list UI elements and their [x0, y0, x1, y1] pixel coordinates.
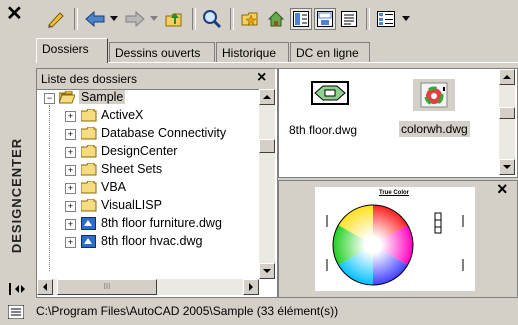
expand-icon[interactable]: +	[65, 129, 76, 140]
tree-item-database-connectivity[interactable]: + Database Connectivity	[37, 125, 257, 143]
home-icon[interactable]	[264, 8, 288, 30]
folder-icon	[81, 199, 97, 212]
tree-item-visuallisp[interactable]: + VisualLISP	[37, 197, 257, 215]
forward-icon[interactable]	[122, 8, 148, 30]
folder-icon	[81, 127, 97, 140]
folder-tree-title: Liste des dossiers	[41, 72, 138, 86]
back-dropdown-icon[interactable]	[108, 8, 120, 30]
file-name: colorwh.dwg	[399, 121, 470, 137]
tree-item-label: Sheet Sets	[101, 162, 163, 176]
file-item-8th-floor[interactable]: 8th floor.dwg	[287, 77, 377, 147]
properties-menu-icon[interactable]	[7, 304, 25, 320]
file-item-colorwh[interactable]: colorwh.dwg	[397, 77, 487, 147]
tree-item-label: 8th floor furniture.dwg	[101, 216, 222, 230]
status-bar: C:\Program Files\AutoCAD 2005\Sample (33…	[36, 304, 339, 318]
folder-tree-header: Liste des dossiers ×	[37, 69, 275, 90]
tree-item-label: Database Connectivity	[101, 126, 227, 140]
tree-item-label: Sample	[79, 90, 126, 104]
palette-title-text: DESIGNCENTER	[9, 137, 25, 253]
dwg-icon	[81, 235, 96, 248]
scroll-right-icon[interactable]	[243, 279, 259, 295]
tree-item-label: ActiveX	[101, 108, 144, 122]
scroll-up-icon[interactable]	[259, 89, 275, 105]
views-icon[interactable]	[374, 8, 398, 30]
drawing-thumbnail-icon	[311, 81, 349, 105]
folder-icon	[81, 163, 97, 176]
description-toggle-icon[interactable]	[338, 8, 360, 30]
tree-vertical-scrollbar[interactable]	[259, 89, 275, 279]
toolbar-separator	[366, 8, 370, 30]
expand-icon[interactable]: +	[65, 219, 76, 230]
autohide-glyph	[9, 283, 25, 295]
preview-panel: True Color ×	[278, 179, 518, 298]
up-folder-icon[interactable]	[162, 8, 186, 30]
tree-horizontal-scrollbar[interactable]: III	[37, 279, 259, 295]
palette-title: DESIGNCENTER	[4, 120, 30, 270]
folder-tree: − Sample + ActiveX + Database Connectivi…	[37, 89, 259, 279]
preview-image: True Color	[315, 187, 475, 291]
search-icon[interactable]	[200, 8, 224, 30]
tree-item-label: DesignCenter	[101, 144, 178, 158]
collapse-icon[interactable]: −	[44, 93, 55, 104]
scroll-down-icon[interactable]	[499, 159, 515, 175]
tree-item-designcenter[interactable]: + DesignCenter	[37, 143, 257, 161]
folder-open-icon	[59, 91, 75, 104]
close-icon[interactable]: ×	[257, 69, 266, 87]
folder-icon	[81, 109, 97, 122]
toolbar-separator	[74, 8, 78, 30]
scroll-thumb[interactable]	[259, 139, 275, 153]
tree-item-vba[interactable]: + VBA	[37, 179, 257, 197]
tab-dc-en-ligne[interactable]: DC en ligne	[290, 42, 370, 62]
tree-view-toggle-icon[interactable]	[290, 8, 312, 30]
scroll-down-icon[interactable]	[259, 263, 275, 279]
content-vertical-scrollbar[interactable]	[499, 69, 515, 175]
tree-item-label: VBA	[101, 180, 127, 194]
toolbar	[34, 0, 518, 36]
tree-item-sample[interactable]: − Sample	[37, 89, 257, 107]
folder-icon	[81, 181, 97, 194]
scroll-up-icon[interactable]	[499, 69, 515, 85]
dwg-icon	[81, 217, 96, 230]
expand-icon[interactable]: +	[65, 165, 76, 176]
load-icon[interactable]	[44, 8, 68, 30]
tab-dossiers[interactable]: Dossiers	[36, 38, 108, 63]
file-name: 8th floor.dwg	[289, 123, 358, 137]
tree-item-8th-floor-furniture[interactable]: + 8th floor furniture.dwg	[37, 215, 257, 233]
scroll-thumb[interactable]	[499, 107, 515, 119]
preview-toggle-icon[interactable]	[314, 8, 336, 30]
expand-icon[interactable]: +	[65, 237, 76, 248]
favorites-icon[interactable]	[238, 8, 262, 30]
folder-tree-panel: Liste des dossiers × − Sample + ActiveX …	[36, 68, 278, 298]
scroll-left-icon[interactable]	[37, 279, 53, 295]
close-icon[interactable]: ×	[497, 179, 508, 200]
close-icon[interactable]: ✕	[6, 4, 23, 24]
drawing-thumbnail-icon	[413, 79, 455, 111]
expand-icon[interactable]: +	[65, 147, 76, 158]
forward-dropdown-icon[interactable]	[148, 8, 160, 30]
color-wheel-icon	[326, 204, 464, 286]
expand-icon[interactable]: +	[65, 183, 76, 194]
tree-item-8th-floor-hvac[interactable]: + 8th floor hvac.dwg	[37, 233, 257, 251]
tab-dessins-ouverts[interactable]: Dessins ouverts	[109, 42, 215, 62]
scroll-thumb[interactable]: III	[57, 279, 157, 295]
tree-item-activex[interactable]: + ActiveX	[37, 107, 257, 125]
expand-icon[interactable]: +	[65, 111, 76, 122]
expand-icon[interactable]: +	[65, 201, 76, 212]
tree-item-label: 8th floor hvac.dwg	[101, 234, 203, 248]
tree-item-label: VisualLISP	[101, 198, 162, 212]
folder-icon	[81, 145, 97, 158]
content-area: 8th floor.dwg colorwh.dwg	[278, 68, 518, 178]
autohide-icon[interactable]	[8, 282, 26, 299]
back-icon[interactable]	[82, 8, 108, 30]
tab-historique[interactable]: Historique	[216, 42, 289, 62]
tab-baseline	[36, 62, 518, 63]
views-dropdown-icon[interactable]	[400, 8, 412, 30]
tree-item-sheet-sets[interactable]: + Sheet Sets	[37, 161, 257, 179]
toolbar-separator	[230, 8, 234, 30]
toolbar-separator	[192, 8, 196, 30]
